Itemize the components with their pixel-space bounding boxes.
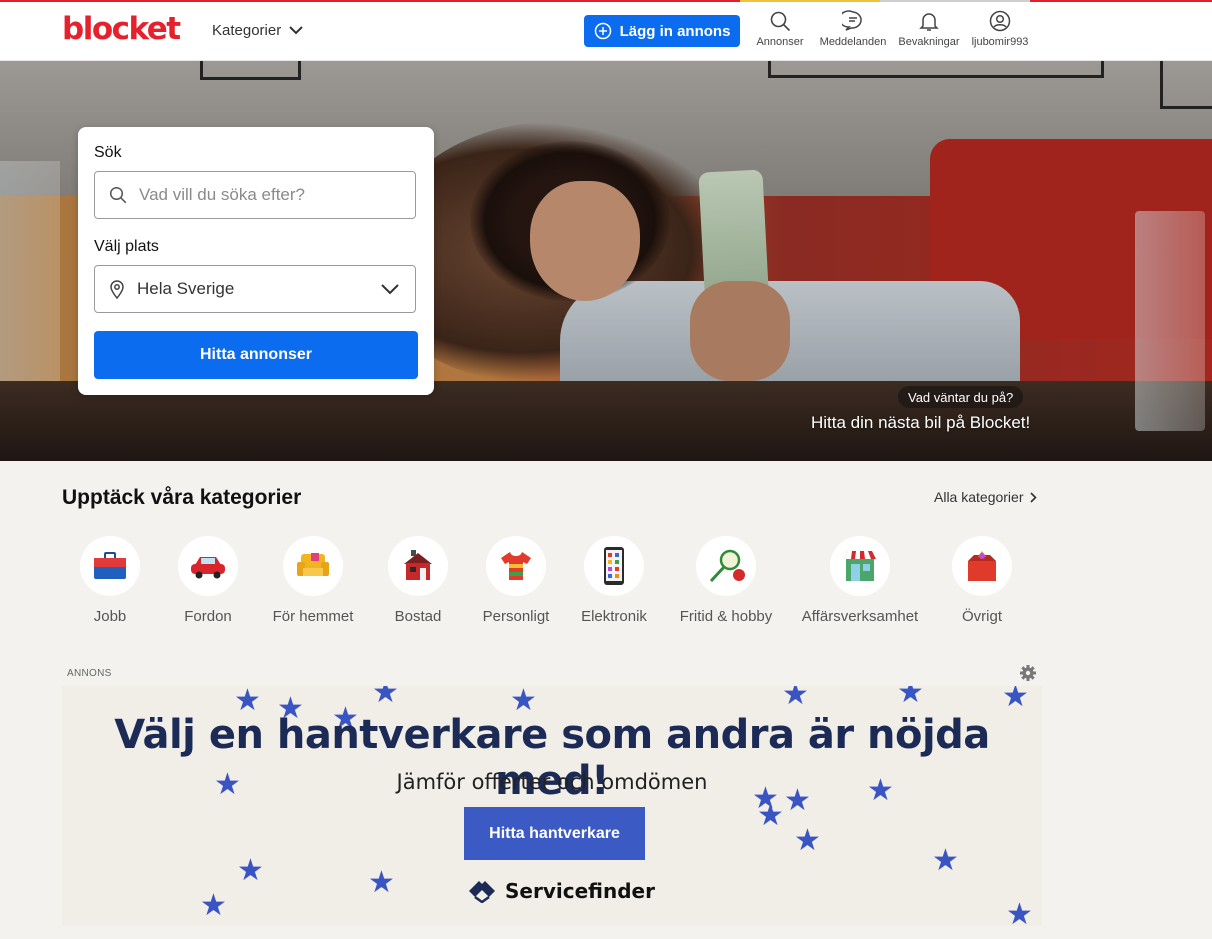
- category-label: Elektronik: [581, 608, 647, 625]
- chevron-down-icon: [381, 283, 399, 294]
- search-field[interactable]: [94, 171, 416, 219]
- category-personligt[interactable]: Personligt: [482, 536, 550, 625]
- category-elektronik[interactable]: Elektronik: [580, 536, 648, 625]
- nav-bevakningar[interactable]: Bevakningar: [894, 10, 964, 48]
- nav-meddelanden-label: Meddelanden: [819, 36, 887, 48]
- star-decoration: ★: [200, 889, 227, 922]
- find-ads-button[interactable]: Hitta annonser: [94, 331, 418, 379]
- location-pin-icon: [110, 280, 124, 299]
- ad-banner[interactable]: ★ ★ ★ ★ ★ ★ ★ ★ ★ ★ ★ ★ ★ ★ ★ ★ ★ ★ ★ Vä…: [62, 686, 1042, 926]
- nav-meddelanden[interactable]: Meddelanden: [816, 10, 890, 48]
- category-fritid-hobby[interactable]: Fritid & hobby: [676, 536, 776, 625]
- categories-menu-label: Kategorier: [212, 22, 282, 39]
- box-icon: [952, 536, 1012, 596]
- plus-circle-icon: [594, 22, 611, 40]
- star-decoration: ★: [372, 686, 399, 709]
- chat-icon: [842, 10, 862, 31]
- categories-title: Upptäck våra kategorier: [62, 486, 302, 509]
- all-categories-link[interactable]: Alla kategorier: [934, 489, 1037, 505]
- categories-menu-button[interactable]: Kategorier: [212, 22, 303, 39]
- racket-icon: [696, 536, 756, 596]
- star-decoration: ★: [897, 686, 924, 709]
- armchair-icon: [283, 536, 343, 596]
- location-select[interactable]: Hela Sverige: [94, 265, 416, 313]
- tshirt-icon: [486, 536, 546, 596]
- category-label: Personligt: [482, 608, 550, 625]
- star-decoration: ★: [237, 854, 264, 887]
- category-label: Bostad: [394, 608, 442, 625]
- nav-annonser-label: Annonser: [756, 36, 804, 48]
- category-bostad[interactable]: Bostad: [388, 536, 448, 625]
- location-value: Hela Sverige: [137, 279, 235, 298]
- shop-icon: [830, 536, 890, 596]
- gear-icon[interactable]: [1019, 664, 1037, 682]
- categories-row: Jobb Fordon För hemmet Bostad Personligt…: [62, 536, 1042, 626]
- nav-bevakningar-label: Bevakningar: [898, 36, 960, 48]
- category-affarsverksamhet[interactable]: Affärsverksamhet: [800, 536, 920, 625]
- hero-cta-text[interactable]: Hitta din nästa bil på Blocket!: [811, 413, 1030, 433]
- chevron-right-icon: [1029, 491, 1037, 503]
- star-decoration: ★: [932, 844, 959, 877]
- post-ad-button[interactable]: Lägg in annons: [584, 15, 740, 47]
- star-decoration: ★: [1002, 686, 1029, 713]
- handshake-icon: [469, 881, 495, 903]
- location-label: Välj plats: [94, 238, 159, 255]
- nav-profile[interactable]: ljubomir993: [968, 10, 1032, 48]
- star-decoration: ★: [782, 686, 809, 711]
- category-label: Fritid & hobby: [679, 608, 773, 625]
- hero-badge: Vad väntar du på?: [898, 386, 1024, 408]
- house-icon: [388, 536, 448, 596]
- category-jobb[interactable]: Jobb: [80, 536, 140, 625]
- site-header: blocket Kategorier Lägg in annons Annons…: [0, 2, 1212, 61]
- all-categories-label: Alla kategorier: [934, 489, 1024, 505]
- header-nav: Annonser Meddelanden Bevakningar ljubomi…: [748, 10, 1036, 48]
- category-ovrigt[interactable]: Övrigt: [950, 536, 1014, 625]
- search-label: Sök: [94, 144, 122, 161]
- star-decoration: ★: [794, 824, 821, 857]
- star-decoration: ★: [757, 799, 784, 832]
- category-label: För hemmet: [272, 608, 354, 625]
- blocket-logo[interactable]: blocket: [62, 11, 181, 47]
- nav-profile-label: ljubomir993: [971, 36, 1029, 48]
- phone-icon: [584, 536, 644, 596]
- search-panel: Sök Välj plats Hela Sverige Hitta annons…: [78, 127, 434, 395]
- servicefinder-logo: Servicefinder: [467, 879, 655, 903]
- brand-name: Servicefinder: [505, 879, 655, 903]
- star-decoration: ★: [368, 866, 395, 899]
- car-icon: [178, 536, 238, 596]
- category-label: Jobb: [93, 608, 127, 625]
- category-label: Fordon: [184, 608, 232, 625]
- star-decoration: ★: [1006, 898, 1033, 927]
- user-icon: [989, 10, 1011, 32]
- ad-label: ANNONS: [67, 668, 112, 679]
- search-input[interactable]: [137, 184, 401, 206]
- category-label: Övrigt: [961, 608, 1002, 625]
- category-label: Affärsverksamhet: [801, 608, 919, 625]
- nav-annonser[interactable]: Annonser: [748, 10, 812, 48]
- briefcase-icon: [80, 536, 140, 596]
- find-craftsman-button[interactable]: Hitta hantverkare: [464, 807, 645, 860]
- search-icon: [109, 186, 127, 204]
- post-ad-label: Lägg in annons: [619, 22, 731, 40]
- chevron-down-icon: [289, 26, 303, 35]
- search-icon: [770, 11, 791, 32]
- ad-subline: Jämför offerter och omdömen: [396, 770, 708, 794]
- bell-icon: [919, 13, 939, 31]
- category-for-hemmet[interactable]: För hemmet: [272, 536, 354, 625]
- category-fordon[interactable]: Fordon: [178, 536, 238, 625]
